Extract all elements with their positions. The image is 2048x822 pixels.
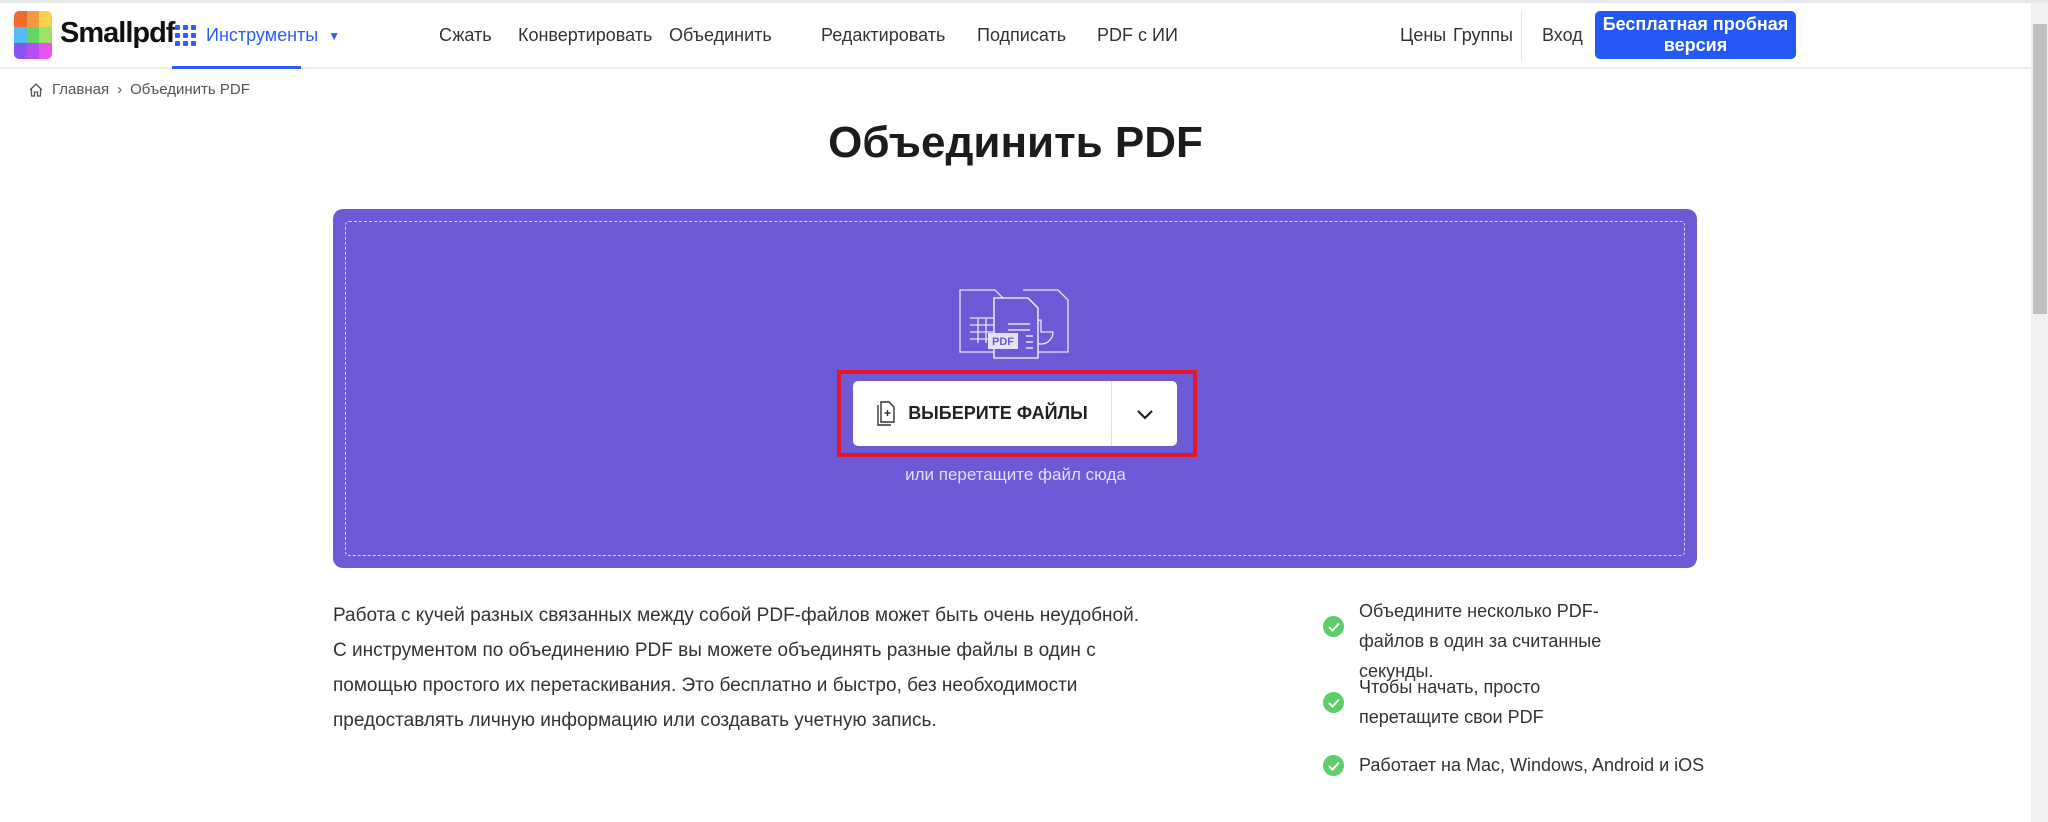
breadcrumb-separator: › [117, 81, 123, 98]
feature-text: Чтобы начать, просто перетащите свои PDF [1359, 677, 1544, 727]
description-line: предоставлять личную информацию или созд… [333, 710, 937, 731]
nav-edit[interactable]: Редактировать [821, 25, 945, 46]
choose-files-control: ВЫБЕРИТЕ ФАЙЛЫ [853, 381, 1177, 446]
nav-compress[interactable]: Сжать [439, 25, 492, 46]
feature-text: Работает на Mac, Windows, Android и iOS [1359, 755, 1705, 775]
page-title: Объединить PDF [828, 118, 1203, 167]
pdf-badge: PDF [992, 336, 1014, 348]
description-line: помощью простого их перетаскивания. Это … [333, 675, 1078, 696]
nav-sign[interactable]: Подписать [977, 25, 1066, 46]
smallpdf-logo[interactable] [14, 11, 52, 59]
site-header: Smallpdf Инструменты ▼ Сжать Конвертиров… [0, 3, 2031, 69]
upload-options-dropdown[interactable] [1112, 408, 1177, 420]
documents-illustration-icon: PDF [959, 289, 1069, 359]
home-icon[interactable] [28, 82, 44, 98]
tools-label: Инструменты [206, 25, 319, 45]
active-tab-underline [172, 66, 301, 69]
scrollbar-thumb[interactable] [2033, 24, 2047, 314]
header-divider [1521, 11, 1522, 61]
check-circle-icon [1323, 692, 1344, 713]
free-trial-button[interactable]: Бесплатная пробная версия [1595, 11, 1796, 59]
caret-down-icon: ▼ [328, 28, 341, 43]
breadcrumb-home[interactable]: Главная [52, 81, 109, 98]
nav-teams[interactable]: Группы [1453, 25, 1513, 46]
brand-name[interactable]: Smallpdf [60, 17, 175, 50]
drag-hint: или перетащите файл сюда [905, 465, 1126, 484]
nav-pricing[interactable]: Цены [1400, 25, 1446, 46]
login-link[interactable]: Вход [1542, 25, 1583, 46]
description-line: Работа с кучей разных связанных между со… [333, 605, 1140, 626]
check-circle-icon [1323, 755, 1344, 776]
nav-ai-pdf[interactable]: PDF с ИИ [1097, 25, 1178, 46]
grid-icon [175, 25, 196, 46]
feature-item: Чтобы начать, просто перетащите свои PDF [1323, 672, 1723, 732]
description: Работа с кучей разных связанных между со… [333, 598, 1233, 738]
nav-merge[interactable]: Объединить [669, 25, 772, 46]
nav-convert[interactable]: Конвертировать [518, 25, 652, 46]
tools-menu[interactable]: Инструменты ▼ [175, 25, 340, 46]
choose-files-button[interactable]: ВЫБЕРИТЕ ФАЙЛЫ [853, 381, 1112, 446]
check-circle-icon [1323, 616, 1344, 637]
description-line: С инструментом по объединению PDF вы мож… [333, 640, 1096, 661]
breadcrumb: Главная › Объединить PDF [28, 81, 250, 98]
file-add-icon [877, 400, 895, 426]
feature-item: Работает на Mac, Windows, Android и iOS [1323, 750, 1723, 780]
chevron-down-icon [1136, 409, 1153, 420]
breadcrumb-current: Объединить PDF [130, 81, 250, 98]
choose-files-label: ВЫБЕРИТЕ ФАЙЛЫ [908, 403, 1088, 423]
